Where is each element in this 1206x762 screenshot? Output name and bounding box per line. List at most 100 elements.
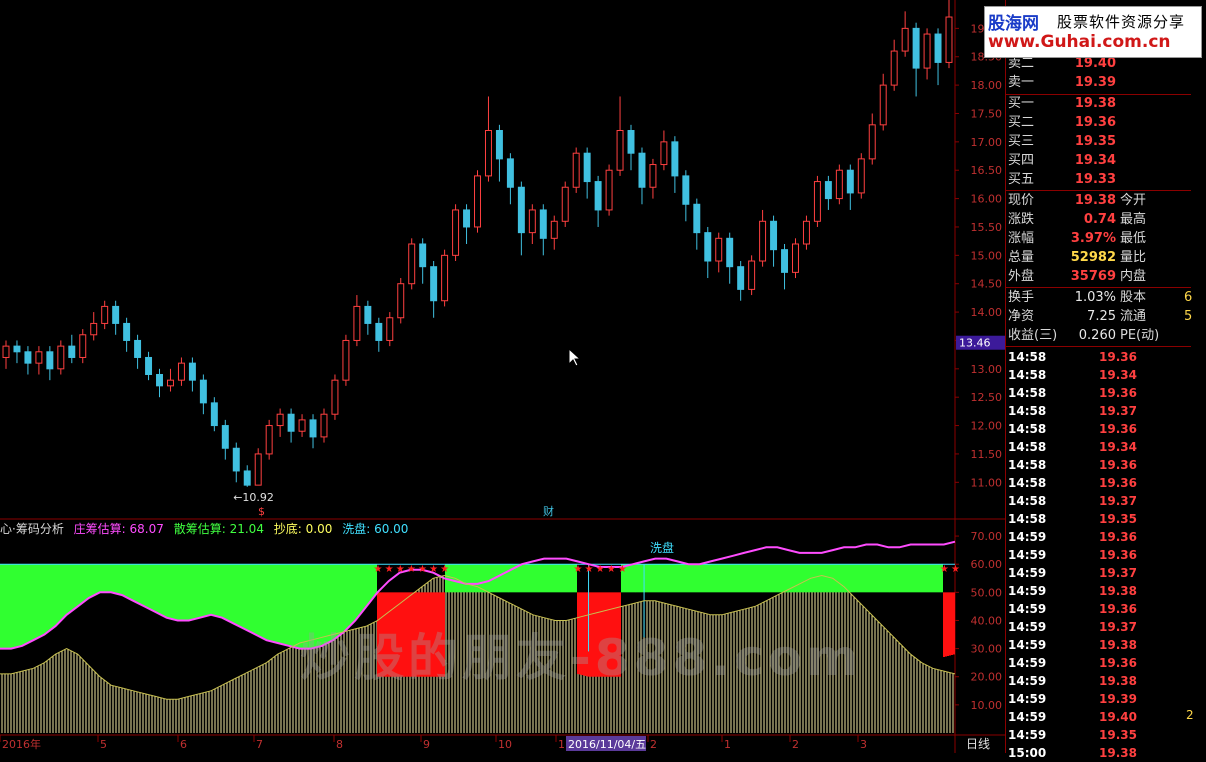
buy-row-2[interactable]: 买二 19.36 xyxy=(1006,114,1191,132)
fund-row: 换手 1.03% 股本 6 xyxy=(1006,289,1206,307)
buy-marker: ★ xyxy=(951,564,960,575)
candle-body xyxy=(232,447,240,472)
fund-value: 0.260 xyxy=(1078,328,1116,343)
candle-body xyxy=(912,27,920,69)
candle-body xyxy=(320,413,328,438)
candle-body xyxy=(517,186,525,234)
stat-label-2: 最高 xyxy=(1120,212,1147,227)
stat-value: 0.74 xyxy=(1083,212,1116,227)
brand-logo: 股海网 股票软件资源分享 www.Guhai.com.cn xyxy=(984,6,1202,58)
candle-body xyxy=(835,169,843,200)
candle-body xyxy=(441,254,449,302)
tick-row: 14:58 19.37 xyxy=(1006,492,1191,510)
legend-chaodi-label: 抄底: xyxy=(273,522,302,536)
date-tick-label: 9 xyxy=(423,738,430,751)
candle-body xyxy=(386,317,394,341)
sell-row-1[interactable]: 卖一 19.39 xyxy=(1006,74,1191,92)
buy-marker: ★ xyxy=(940,564,949,575)
tick-row: 14:58 19.36 xyxy=(1006,456,1191,474)
tick-price: 19.34 xyxy=(1099,440,1137,454)
legend-xipan-label: 洗盘: xyxy=(342,522,371,536)
buy-marker: ★ xyxy=(429,564,438,575)
candle-body xyxy=(813,181,821,222)
buy-row-5[interactable]: 买五 19.33 xyxy=(1006,171,1191,189)
tick-row: 14:59 19.40 xyxy=(1006,708,1191,726)
candle-body xyxy=(748,260,756,290)
stat-label-2: 量比 xyxy=(1120,250,1147,265)
candle-body xyxy=(101,305,109,324)
candle-body xyxy=(166,379,174,387)
low-price-label: ←10.92 xyxy=(233,491,274,504)
buy-4-price: 19.34 xyxy=(1074,153,1116,168)
buy-row-1[interactable]: 买一 19.38 xyxy=(1006,95,1191,113)
candle-body xyxy=(506,158,514,188)
candle-body xyxy=(781,249,789,273)
candle-body xyxy=(605,169,613,211)
candle-body xyxy=(770,220,778,251)
legend-zhuang-value: 68.07 xyxy=(129,522,164,536)
divider xyxy=(1006,346,1191,347)
indicator-title[interactable]: 心·筹码分析 xyxy=(0,522,64,536)
fund-value-2: 5 xyxy=(1184,309,1193,324)
indicator-tick-label: 30.00 xyxy=(971,643,1003,656)
tick-row: 14:58 19.34 xyxy=(1006,366,1191,384)
tick-price: 19.37 xyxy=(1099,404,1137,418)
logo-brand: 股海网 xyxy=(988,14,1039,34)
tick-price: 19.37 xyxy=(1099,620,1137,634)
date-tick-label: 2 xyxy=(792,738,799,751)
buy-row-4[interactable]: 买四 19.34 xyxy=(1006,152,1191,170)
logo-url: www.Guhai.com.cn xyxy=(988,32,1171,52)
candle-body xyxy=(276,413,284,427)
date-tick-label: 2 xyxy=(650,738,657,751)
date-tick-label: 2016年 xyxy=(2,737,41,751)
candle-body xyxy=(364,305,372,324)
fund-value: 7.25 xyxy=(1087,309,1116,324)
candle-body xyxy=(430,266,438,302)
buy-marker: ★ xyxy=(618,564,627,575)
candle-body xyxy=(627,130,635,154)
fund-row: 收益(三) 0.260 PE(动) xyxy=(1006,327,1206,345)
divider xyxy=(1006,287,1191,288)
logo-tagline: 股票软件资源分享 xyxy=(1057,13,1186,31)
stat-row: 涨幅 3.97% 最低 xyxy=(1006,230,1191,248)
tick-price: 19.37 xyxy=(1099,566,1137,580)
mouse-pointer-icon xyxy=(568,348,582,367)
price-tick-label: 12.00 xyxy=(971,420,1003,433)
price-tick-label: 13.00 xyxy=(971,363,1003,376)
candle-body xyxy=(737,266,745,290)
candle-body xyxy=(923,33,931,69)
candle-body xyxy=(68,345,76,358)
candle-body xyxy=(177,362,185,381)
date-tick-label: 8 xyxy=(336,738,343,751)
tick-row: 14:59 19.37 xyxy=(1006,618,1191,636)
legend-sanchou-label: 散筹估算: xyxy=(173,522,226,536)
tick-price: 19.38 xyxy=(1099,638,1137,652)
quote-panel: 卖二 19.40 卖一 19.39 买一 19.38 买二 19.36 买三 1… xyxy=(1005,0,1206,760)
event-marker-finance: 财 xyxy=(543,504,554,518)
tick-row: 14:59 19.39 xyxy=(1006,690,1191,708)
tick-price: 19.36 xyxy=(1099,386,1137,400)
price-tick-label: 17.00 xyxy=(971,136,1003,149)
tick-price: 19.35 xyxy=(1099,728,1137,742)
stat-value: 35769 xyxy=(1070,269,1116,284)
candle-body xyxy=(890,50,898,86)
buy-marker: ★ xyxy=(385,564,394,575)
tick-row: 14:58 19.37 xyxy=(1006,402,1191,420)
tick-row: 15:00 19.38 xyxy=(1006,744,1191,762)
tick-price: 19.36 xyxy=(1099,350,1137,364)
legend-chaodi-value: 0.00 xyxy=(305,522,333,536)
tick-price: 19.40 xyxy=(1099,710,1137,724)
candle-body xyxy=(452,209,460,256)
candle-body xyxy=(671,141,679,177)
stat-label-2: 今开 xyxy=(1120,193,1147,208)
candle-body xyxy=(2,345,10,358)
candle-body xyxy=(945,16,953,63)
stat-value: 3.97% xyxy=(1070,231,1116,246)
indicator-tick-label: 40.00 xyxy=(971,614,1003,627)
candle-body xyxy=(495,130,503,160)
tick-row: 14:59 19.38 xyxy=(1006,672,1191,690)
buy-row-3[interactable]: 买三 19.35 xyxy=(1006,133,1191,151)
candle-body xyxy=(408,243,416,285)
candle-body xyxy=(649,164,657,188)
legend-zhuang-label: 庄筹估算: xyxy=(73,522,126,536)
